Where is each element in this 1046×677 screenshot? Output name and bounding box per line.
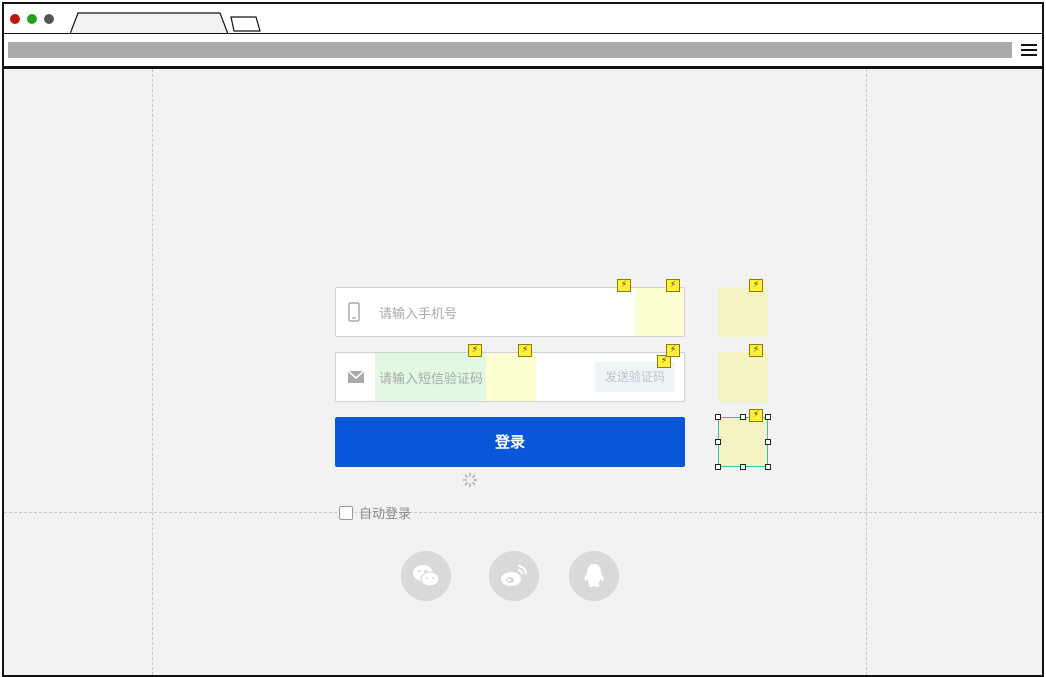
lightning-icon: ⚡ (666, 279, 680, 292)
hamburger-menu-icon[interactable] (1021, 44, 1037, 58)
phone-field[interactable]: 请输入手机号 ⚡ ⚡ (335, 279, 685, 337)
resize-handle[interactable] (715, 464, 721, 470)
resize-handle[interactable] (740, 414, 746, 420)
maximize-window-dot[interactable] (27, 14, 37, 24)
qq-login-button[interactable] (569, 551, 619, 601)
envelope-icon (347, 370, 365, 383)
lightning-icon: ⚡ (468, 344, 482, 357)
wechat-icon (413, 565, 440, 587)
resize-handle[interactable] (740, 464, 746, 470)
auto-login-option[interactable]: 自动登录 (339, 503, 411, 522)
auto-login-label: 自动登录 (359, 507, 412, 522)
guide-line-horizontal (4, 512, 1042, 513)
tab-strip-divider (4, 33, 1042, 34)
address-bar[interactable] (8, 42, 1012, 58)
weibo-icon (501, 565, 527, 586)
lightning-icon: ⚡ (749, 409, 763, 422)
sms-code-placeholder: 请输入短信验证码 (379, 372, 484, 387)
loading-spinner-icon (462, 472, 478, 488)
sms-code-field[interactable]: 请输入短信验证码 发送验证码 ⚡ ⚡ ⚡ ⚡ (335, 344, 685, 402)
weibo-login-button[interactable] (489, 551, 539, 601)
resize-handle[interactable] (765, 464, 771, 470)
page-canvas: 请输入手机号 ⚡ ⚡ 请输入短信验证码 发送验证码 ⚡ ⚡ ⚡ ⚡ 登录 自动登… (4, 69, 1042, 675)
resize-handle[interactable] (765, 439, 771, 445)
mobile-phone-icon (348, 302, 360, 322)
browser-tab-active[interactable] (70, 12, 228, 34)
guide-line-vertical (152, 69, 153, 675)
wechat-login-button[interactable] (401, 551, 451, 601)
close-window-dot[interactable] (10, 14, 20, 24)
guide-line-vertical (866, 69, 867, 675)
resize-handle[interactable] (765, 414, 771, 420)
selected-hotspot-area[interactable] (718, 417, 768, 467)
lightning-icon: ⚡ (518, 344, 532, 357)
resize-handle[interactable] (715, 414, 721, 420)
hotspot-area[interactable] (718, 287, 768, 337)
auto-login-checkbox[interactable] (339, 505, 353, 520)
phone-placeholder: 请输入手机号 (379, 307, 458, 322)
lightning-icon: ⚡ (749, 279, 763, 292)
login-button[interactable]: 登录 (335, 417, 685, 467)
browser-chrome (4, 4, 1042, 69)
minimize-window-dot[interactable] (44, 14, 54, 24)
new-tab-button[interactable] (230, 16, 262, 32)
hotspot-area[interactable] (718, 352, 768, 402)
lightning-icon: ⚡ (749, 344, 763, 357)
resize-handle[interactable] (715, 439, 721, 445)
hotspot-area[interactable] (635, 288, 684, 336)
hotspot-area[interactable] (486, 353, 536, 401)
lightning-icon: ⚡ (666, 344, 680, 357)
lightning-icon: ⚡ (617, 279, 631, 292)
qq-icon (584, 564, 604, 587)
browser-window: 请输入手机号 ⚡ ⚡ 请输入短信验证码 发送验证码 ⚡ ⚡ ⚡ ⚡ 登录 自动登… (2, 2, 1044, 677)
